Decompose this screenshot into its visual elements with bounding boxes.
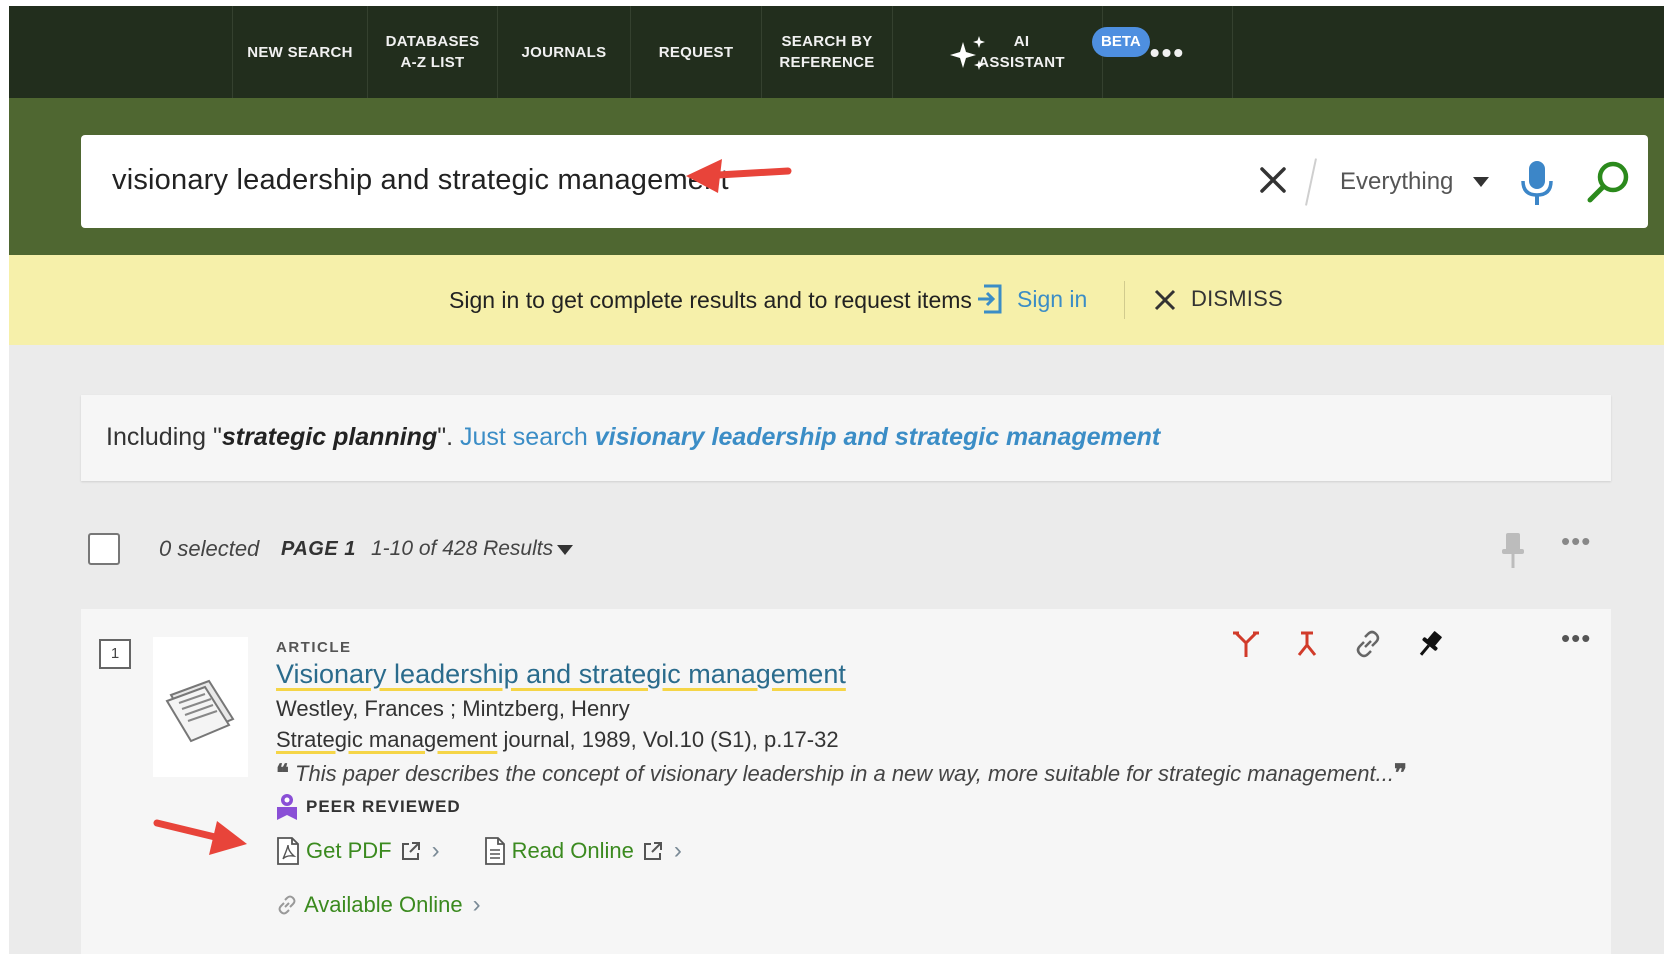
close-icon[interactable]	[1256, 163, 1290, 197]
just-search-link[interactable]: Just search	[460, 423, 595, 451]
chevron-right-icon: ›	[472, 891, 481, 918]
result-item: 1 ARTICLE Visionary leadership and strat…	[81, 609, 1611, 954]
quote-close-icon: ❞	[1393, 760, 1407, 787]
divider	[1124, 281, 1125, 319]
result-type: ARTICLE	[276, 639, 352, 656]
app-frame: NEW SEARCH DATABASES A-Z LIST JOURNALS R…	[9, 6, 1664, 954]
nav-label: AI ASSISTANT	[978, 33, 1065, 71]
available-online-link[interactable]: Available Online ›	[276, 891, 481, 919]
peer-reviewed-badge: PEER REVIEWED	[276, 793, 461, 821]
peer-reviewed-icon	[277, 794, 297, 820]
annotation-arrow	[153, 819, 247, 855]
nav-journals[interactable]: JOURNALS	[498, 6, 631, 98]
sign-in-link[interactable]: Sign in	[1017, 286, 1087, 313]
pdf-file-icon	[277, 837, 299, 865]
chevron-right-icon: ›	[673, 837, 682, 864]
nav-label: JOURNALS	[521, 43, 607, 61]
result-snippet: ❝ This paper describes the concept of vi…	[276, 759, 1407, 788]
including-suffix: ".	[437, 423, 460, 451]
citation-trail-icon[interactable]	[1231, 629, 1261, 659]
available-online-label: Available Online	[304, 892, 463, 917]
external-link-icon	[643, 842, 662, 860]
nav-ai-assistant[interactable]: AI ASSISTANT	[893, 6, 1103, 98]
result-source: Strategic management journal, 1989, Vol.…	[276, 727, 839, 753]
pin-icon[interactable]	[1499, 531, 1527, 571]
close-icon[interactable]	[1153, 288, 1177, 312]
query-expansion-banner: Including "strategic planning". Just sea…	[81, 395, 1611, 481]
read-online-label: Read Online	[511, 838, 634, 863]
more-horizontal-icon[interactable]: •••	[1561, 526, 1591, 557]
query-expansion-text: Including "strategic planning". Just sea…	[106, 423, 1160, 452]
annotation-arrow	[686, 159, 792, 193]
search-box: visionary leadership and strategic manag…	[81, 135, 1648, 228]
link-icon	[278, 895, 296, 915]
article-icon	[165, 679, 235, 743]
expanded-term: strategic planning	[221, 423, 438, 451]
divider	[1305, 158, 1317, 206]
sparkle-icon	[950, 36, 985, 70]
results-range[interactable]: 1-10 of 428 Results	[371, 537, 553, 561]
microphone-icon[interactable]	[1517, 159, 1557, 207]
result-thumbnail	[153, 637, 248, 777]
nav-label: DATABASES A-Z LIST	[385, 33, 480, 71]
source-details: journal, 1989, Vol.10 (S1), p.17-32	[497, 727, 839, 752]
read-online-link[interactable]: Read Online ›	[484, 837, 682, 865]
get-pdf-label: Get PDF	[306, 838, 392, 863]
get-pdf-link[interactable]: Get PDF ›	[276, 837, 440, 865]
nav-label: REQUEST	[658, 43, 734, 61]
result-title-link[interactable]: Visionary leadership and strategic manag…	[276, 659, 846, 690]
chevron-right-icon: ›	[431, 837, 440, 864]
page-label: PAGE 1	[281, 538, 356, 560]
pin-icon[interactable]	[1415, 629, 1445, 659]
nav-request[interactable]: REQUEST	[631, 6, 762, 98]
scope-select[interactable]: Everything	[1340, 168, 1453, 196]
cited-by-icon[interactable]	[1292, 629, 1322, 659]
nav-more[interactable]: •••	[1103, 6, 1233, 98]
result-authors: Westley, Frances ; Mintzberg, Henry	[276, 696, 630, 721]
selected-count: 0 selected	[159, 536, 260, 561]
including-prefix: Including "	[106, 423, 222, 451]
sign-in-icon[interactable]	[976, 283, 1004, 315]
caret-down-icon[interactable]	[1473, 177, 1489, 187]
snippet-text: This paper describes the concept of visi…	[295, 761, 1394, 786]
top-navigation: NEW SEARCH DATABASES A-Z LIST JOURNALS R…	[9, 6, 1664, 98]
more-horizontal-icon[interactable]: •••	[1561, 623, 1591, 654]
search-input[interactable]: visionary leadership and strategic manag…	[112, 164, 729, 197]
quote-open-icon: ❝	[276, 760, 289, 787]
result-index: 1	[99, 639, 131, 669]
nav-new-search[interactable]: NEW SEARCH	[232, 6, 368, 98]
nav-label: SEARCH BY REFERENCE	[779, 33, 875, 71]
original-query-link[interactable]: visionary leadership and strategic manag…	[595, 423, 1160, 451]
permalink-icon[interactable]	[1353, 629, 1383, 659]
select-all-checkbox[interactable]	[88, 533, 120, 565]
signin-message: Sign in to get complete results and to r…	[449, 287, 972, 313]
dismiss-button[interactable]: DISMISS	[1191, 286, 1283, 312]
search-band: visionary leadership and strategic manag…	[9, 98, 1664, 255]
external-link-icon	[401, 842, 420, 860]
access-links: Get PDF › Read Online ›	[276, 837, 682, 865]
nav-search-by-reference[interactable]: SEARCH BY REFERENCE	[762, 6, 893, 98]
source-title: Strategic management	[276, 727, 498, 752]
nav-label: NEW SEARCH	[247, 43, 353, 61]
search-icon[interactable]	[1586, 159, 1632, 205]
more-horizontal-icon: •••	[1149, 36, 1186, 68]
signin-banner: Sign in to get complete results and to r…	[9, 255, 1664, 345]
nav-databases-az[interactable]: DATABASES A-Z LIST	[368, 6, 498, 98]
document-icon	[484, 837, 505, 865]
peer-reviewed-label: PEER REVIEWED	[306, 797, 461, 816]
caret-down-icon[interactable]	[557, 545, 573, 555]
